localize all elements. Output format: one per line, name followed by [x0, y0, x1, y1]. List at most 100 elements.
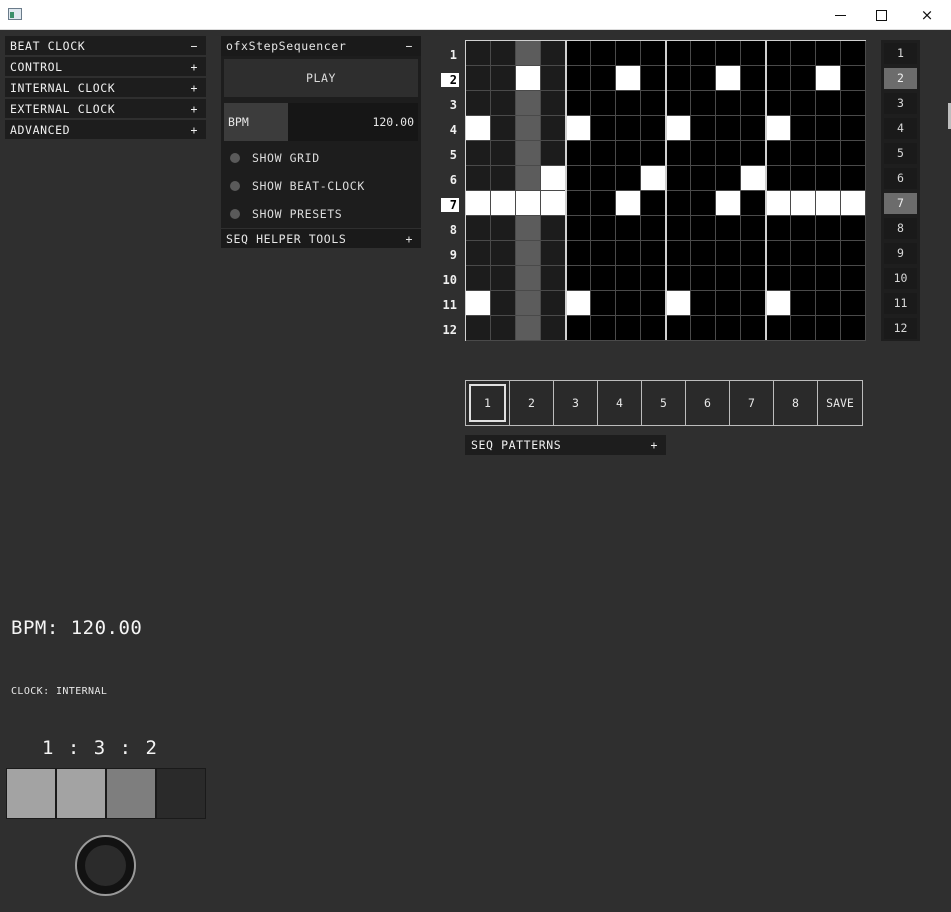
grid-cell[interactable] [766, 291, 791, 316]
row-toggle-button[interactable]: 10 [884, 268, 917, 289]
grid-cell[interactable] [466, 141, 491, 166]
row-toggle-button[interactable]: 1 [884, 43, 917, 64]
grid-cell[interactable] [691, 166, 716, 191]
grid-cell[interactable] [716, 41, 741, 66]
grid-cell[interactable] [666, 216, 691, 241]
grid-cell[interactable] [766, 191, 791, 216]
grid-cell[interactable] [491, 141, 516, 166]
grid-cell[interactable] [641, 166, 666, 191]
grid-cell[interactable] [791, 191, 816, 216]
grid-cell[interactable] [616, 166, 641, 191]
grid-cell[interactable] [516, 116, 541, 141]
grid-cell[interactable] [716, 266, 741, 291]
grid-cell[interactable] [791, 116, 816, 141]
grid-cell[interactable] [841, 116, 866, 141]
grid-cell[interactable] [566, 191, 591, 216]
grid-cell[interactable] [516, 191, 541, 216]
grid-cell[interactable] [841, 66, 866, 91]
pattern-button[interactable]: 2 [510, 381, 554, 425]
grid-cell[interactable] [791, 241, 816, 266]
pattern-button[interactable]: 1 [466, 381, 510, 425]
grid-cell[interactable] [716, 91, 741, 116]
grid-cell[interactable] [466, 116, 491, 141]
grid-cell[interactable] [591, 216, 616, 241]
grid-cell[interactable] [591, 291, 616, 316]
grid-cell[interactable] [516, 266, 541, 291]
grid-cell[interactable] [491, 116, 516, 141]
grid-cell[interactable] [816, 266, 841, 291]
grid-cell[interactable] [616, 191, 641, 216]
grid-cell[interactable] [541, 266, 566, 291]
grid-cell[interactable] [566, 316, 591, 341]
grid-cell[interactable] [641, 291, 666, 316]
grid-cell[interactable] [591, 116, 616, 141]
grid-cell[interactable] [516, 241, 541, 266]
grid-cell[interactable] [566, 66, 591, 91]
grid-cell[interactable] [766, 241, 791, 266]
grid-cell[interactable] [466, 291, 491, 316]
grid-cell[interactable] [741, 166, 766, 191]
grid-cell[interactable] [791, 291, 816, 316]
grid-cell[interactable] [716, 166, 741, 191]
seq-patterns-group[interactable]: SEQ PATTERNS + [465, 435, 666, 455]
row-toggle-button[interactable]: 2 [884, 68, 917, 89]
grid-cell[interactable] [741, 291, 766, 316]
grid-cell[interactable] [766, 41, 791, 66]
grid-cell[interactable] [791, 216, 816, 241]
grid-cell[interactable] [566, 141, 591, 166]
grid-cell[interactable] [616, 291, 641, 316]
grid-cell[interactable] [741, 141, 766, 166]
save-pattern-button[interactable]: SAVE [818, 381, 862, 425]
grid-cell[interactable] [741, 241, 766, 266]
grid-cell[interactable] [566, 116, 591, 141]
grid-cell[interactable] [716, 316, 741, 341]
grid-cell[interactable] [816, 316, 841, 341]
grid-cell[interactable] [516, 216, 541, 241]
row-toggle-button[interactable]: 3 [884, 93, 917, 114]
grid-cell[interactable] [491, 166, 516, 191]
grid-cell[interactable] [691, 316, 716, 341]
grid-cell[interactable] [641, 316, 666, 341]
grid-cell[interactable] [516, 291, 541, 316]
grid-cell[interactable] [466, 41, 491, 66]
grid-cell[interactable] [491, 66, 516, 91]
grid-cell[interactable] [791, 166, 816, 191]
grid-cell[interactable] [691, 291, 716, 316]
grid-cell[interactable] [816, 116, 841, 141]
grid-cell[interactable] [641, 216, 666, 241]
internal-clock-group[interactable]: INTERNAL CLOCK + [5, 78, 206, 98]
external-clock-group[interactable]: EXTERNAL CLOCK + [5, 99, 206, 119]
grid-cell[interactable] [541, 191, 566, 216]
grid-cell[interactable] [841, 291, 866, 316]
grid-cell[interactable] [591, 41, 616, 66]
grid-cell[interactable] [466, 266, 491, 291]
grid-cell[interactable] [666, 66, 691, 91]
row-toggle-button[interactable]: 6 [884, 168, 917, 189]
row-toggle-button[interactable]: 12 [884, 318, 917, 339]
advanced-group[interactable]: ADVANCED + [5, 120, 206, 140]
grid-cell[interactable] [566, 91, 591, 116]
grid-cell[interactable] [841, 241, 866, 266]
grid-cell[interactable] [491, 316, 516, 341]
grid-cell[interactable] [491, 41, 516, 66]
grid-cell[interactable] [566, 241, 591, 266]
grid-cell[interactable] [591, 166, 616, 191]
grid-cell[interactable] [641, 141, 666, 166]
grid-cell[interactable] [691, 116, 716, 141]
grid-cell[interactable] [541, 116, 566, 141]
grid-cell[interactable] [666, 241, 691, 266]
grid-cell[interactable] [641, 66, 666, 91]
grid-cell[interactable] [691, 241, 716, 266]
grid-cell[interactable] [716, 116, 741, 141]
grid-cell[interactable] [716, 291, 741, 316]
grid-cell[interactable] [491, 266, 516, 291]
grid-cell[interactable] [466, 66, 491, 91]
pattern-button[interactable]: 6 [686, 381, 730, 425]
grid-cell[interactable] [641, 91, 666, 116]
grid-cell[interactable] [491, 241, 516, 266]
grid-cell[interactable] [466, 216, 491, 241]
grid-cell[interactable] [541, 316, 566, 341]
grid-cell[interactable] [591, 191, 616, 216]
grid-cell[interactable] [691, 191, 716, 216]
grid-cell[interactable] [591, 316, 616, 341]
